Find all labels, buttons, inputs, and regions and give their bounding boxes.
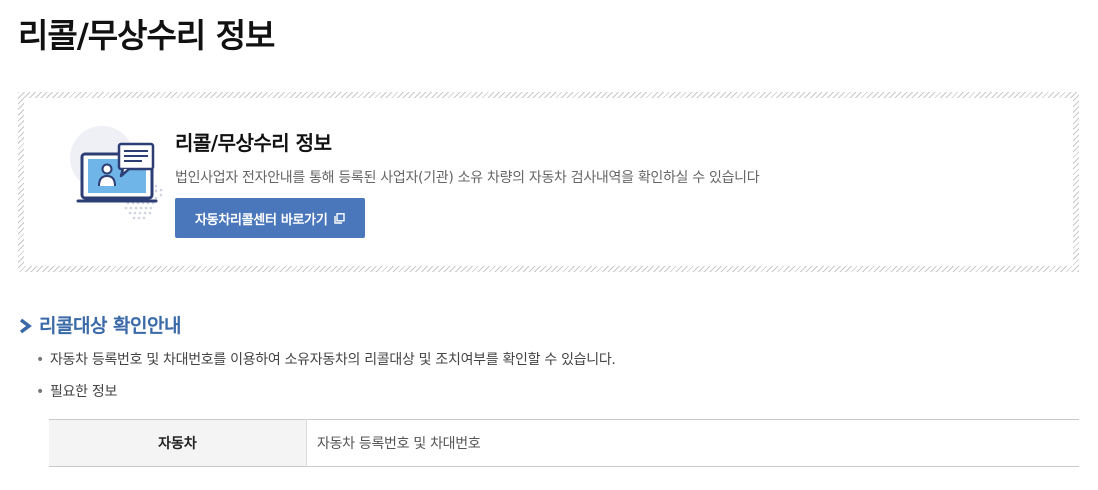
bullet-dot: • xyxy=(36,352,44,368)
list-item-text: 필요한 정보 xyxy=(49,384,118,400)
guide-list: • 자동차 등록번호 및 차대번호를 이용하여 소유자동차의 리콜대상 및 조치… xyxy=(36,350,616,414)
list-item-text: 자동차 등록번호 및 차대번호를 이용하여 소유자동차의 리콜대상 및 조치여부… xyxy=(49,352,616,368)
section-heading: 리콜대상 확인안내 xyxy=(18,313,181,339)
table-row-header: 자동차 xyxy=(49,419,307,467)
list-item: • 필요한 정보 xyxy=(36,382,616,402)
required-info-table: 자동차 자동차 등록번호 및 차대번호 xyxy=(49,419,1079,467)
info-box-title: 리콜/무상수리 정보 xyxy=(175,131,332,155)
info-box: 리콜/무상수리 정보 법인사업자 전자안내를 통해 등록된 사업자(기관) 소유… xyxy=(18,92,1079,272)
info-box-inner: 리콜/무상수리 정보 법인사업자 전자안내를 통해 등록된 사업자(기관) 소유… xyxy=(24,98,1073,266)
section-title: 리콜대상 확인안내 xyxy=(39,315,181,337)
table-row-value: 자동차 등록번호 및 차대번호 xyxy=(317,436,481,452)
bullet-dot: • xyxy=(36,384,44,400)
recall-center-button-label: 자동차리콜센터 바로가기 xyxy=(195,212,328,228)
info-box-description: 법인사업자 전자안내를 통해 등록된 사업자(기관) 소유 차량의 자동차 검사… xyxy=(175,170,760,186)
external-window-icon xyxy=(333,212,345,224)
chevron-right-icon xyxy=(19,318,32,334)
recall-center-link-button[interactable]: 자동차리콜센터 바로가기 xyxy=(175,198,365,238)
page-title: 리콜/무상수리 정보 xyxy=(18,16,275,55)
table-row: 자동차 자동차 등록번호 및 차대번호 xyxy=(49,419,1079,467)
list-item: • 자동차 등록번호 및 차대번호를 이용하여 소유자동차의 리콜대상 및 조치… xyxy=(36,350,616,370)
monitor-with-person-icon xyxy=(70,126,163,220)
